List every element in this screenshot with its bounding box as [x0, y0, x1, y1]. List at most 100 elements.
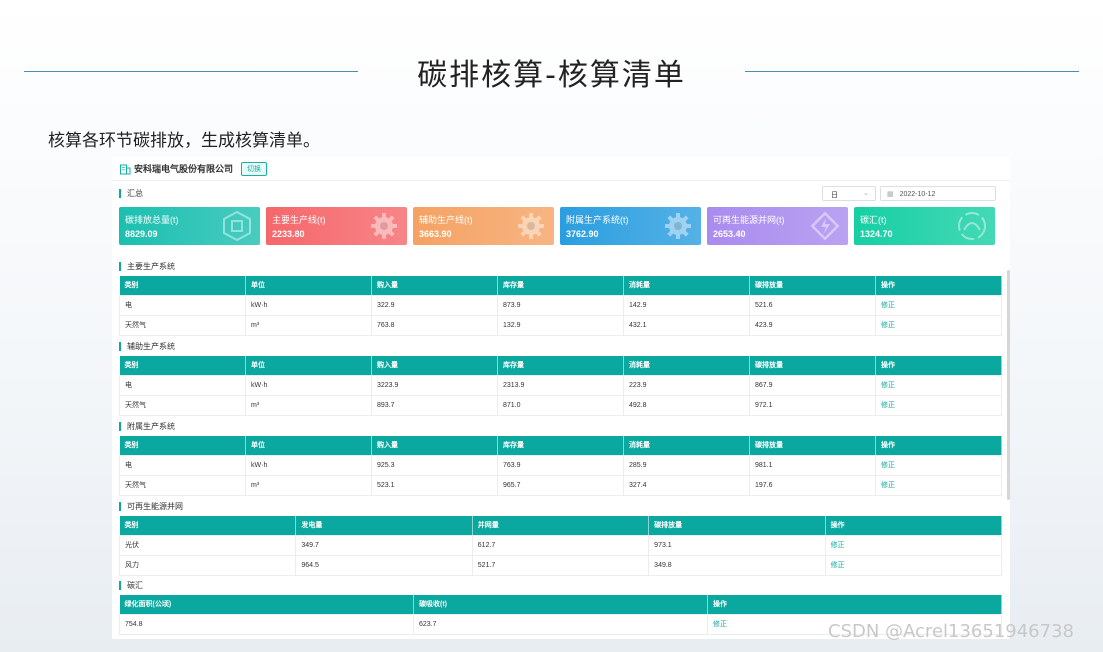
summary-card[interactable]: 辅助生产线(t) 3663.90 — [413, 207, 554, 245]
table-cell: m³ — [245, 314, 372, 336]
vertical-scrollbar[interactable] — [1007, 270, 1010, 500]
carbon-sink-icon — [958, 212, 986, 240]
company-name: 安科瑞电气股份有限公司 — [134, 164, 234, 174]
table-cell: 327.4 — [623, 474, 750, 496]
table-cell: 612.7 — [471, 534, 650, 556]
table-row: 光伏 349.7 612.7 973.1 修正 — [118, 534, 1003, 556]
correct-link[interactable]: 修正 — [875, 454, 1002, 476]
table-cell: 349.8 — [648, 554, 826, 576]
correct-link[interactable]: 修正 — [824, 534, 1003, 556]
correct-link[interactable]: 修正 — [875, 374, 1002, 396]
table-cell: kW·h — [245, 374, 372, 396]
table-cell: 349.7 — [295, 534, 473, 556]
table-cell: 光伏 — [118, 534, 297, 556]
table-cell: 873.9 — [497, 294, 624, 316]
table-header-row: 类别 单位 购入量 库存量 消耗量 碳排放量 操作 — [119, 356, 1002, 375]
column-header[interactable]: 单位 — [245, 356, 372, 375]
table-cell: 197.6 — [749, 474, 876, 496]
column-header[interactable]: 并网量 — [472, 516, 650, 535]
table-header-row: 类别 单位 购入量 库存量 消耗量 碳排放量 操作 — [119, 276, 1002, 295]
gear-icon — [518, 213, 544, 239]
summary-card[interactable]: 主要生产线(t) 2233.80 — [266, 207, 407, 245]
gear-icon — [371, 213, 397, 239]
table-row: 风力 964.5 521.7 349.8 修正 — [118, 554, 1003, 576]
summary-card[interactable]: 可再生能源并网(t) 2653.40 — [707, 207, 848, 245]
column-header[interactable]: 操作 — [875, 356, 1002, 375]
column-header[interactable]: 购入量 — [371, 276, 498, 295]
table-cell: 754.8 — [119, 613, 414, 635]
column-header[interactable]: 消耗量 — [623, 276, 750, 295]
column-header[interactable]: 消耗量 — [623, 436, 750, 455]
accounting-panel: 安科瑞电气股份有限公司 切换 汇总 日 ⌄ ▦ 2022-10-12 碳排放总量… — [112, 157, 1010, 639]
section-title: 主要生产系统 — [119, 262, 175, 271]
table-cell: 3223.9 — [371, 374, 498, 396]
table-cell: 电 — [119, 454, 246, 476]
column-header[interactable]: 操作 — [825, 516, 1003, 535]
column-header[interactable]: 发电量 — [295, 516, 473, 535]
column-header[interactable]: 消耗量 — [623, 356, 750, 375]
table-cell: 142.9 — [623, 294, 750, 316]
column-header[interactable]: 碳排放量 — [749, 436, 876, 455]
table-cell: 2313.9 — [497, 374, 624, 396]
correct-link[interactable]: 修正 — [875, 474, 1002, 496]
column-header[interactable]: 类别 — [119, 276, 246, 295]
table-cell: 285.9 — [623, 454, 750, 476]
table-cell: 965.7 — [497, 474, 624, 496]
column-header[interactable]: 操作 — [875, 436, 1002, 455]
calendar-icon: ▦ — [887, 191, 894, 198]
table-cell: 623.7 — [413, 613, 708, 635]
table-cell: 893.7 — [371, 394, 498, 416]
period-select[interactable]: 日 ⌄ — [822, 186, 876, 201]
table-cell: 981.1 — [749, 454, 876, 476]
building-icon — [120, 164, 131, 174]
column-header[interactable]: 单位 — [245, 276, 372, 295]
column-header[interactable]: 单位 — [245, 436, 372, 455]
period-select-value: 日 — [831, 192, 838, 199]
column-header[interactable]: 库存量 — [497, 276, 624, 295]
company-bar: 安科瑞电气股份有限公司 切换 — [112, 157, 1010, 181]
column-header[interactable]: 碳吸收(t) — [413, 595, 708, 614]
date-picker[interactable]: ▦ 2022-10-12 — [880, 186, 996, 201]
column-header[interactable]: 类别 — [119, 356, 246, 375]
table-row: 电 kW·h 322.9 873.9 142.9 521.6 修正 — [119, 294, 1002, 316]
summary-card[interactable]: 碳汇(t) 1324.70 — [854, 207, 995, 245]
column-header[interactable]: 碳排放量 — [749, 356, 876, 375]
table-cell: 521.6 — [749, 294, 876, 316]
correct-link[interactable]: 修正 — [824, 554, 1003, 576]
column-header[interactable]: 操作 — [875, 276, 1002, 295]
correct-link[interactable]: 修正 — [875, 314, 1002, 336]
correct-link[interactable]: 修正 — [875, 294, 1002, 316]
table-cell: 风力 — [118, 554, 297, 576]
table-cell: 871.0 — [497, 394, 624, 416]
column-header[interactable]: 类别 — [119, 436, 246, 455]
table-cell: 867.9 — [749, 374, 876, 396]
column-header[interactable]: 绿化面积(公顷) — [119, 595, 414, 614]
gear-icon — [665, 213, 691, 239]
section-title: 辅助生产系统 — [119, 342, 175, 351]
column-header[interactable]: 购入量 — [371, 356, 498, 375]
section-title: 可再生能源并网 — [119, 502, 183, 511]
column-header[interactable]: 操作 — [707, 595, 1002, 614]
table-cell: 521.7 — [471, 554, 650, 576]
column-header[interactable]: 类别 — [119, 516, 297, 535]
column-header[interactable]: 碳排放量 — [749, 276, 876, 295]
data-table: 类别 单位 购入量 库存量 消耗量 碳排放量 操作电 kW·h 3223.9 2313.9 223.… — [119, 356, 1002, 416]
table-cell: 763.8 — [371, 314, 498, 336]
correct-link[interactable]: 修正 — [875, 394, 1002, 416]
data-table: 类别 单位 购入量 库存量 消耗量 碳排放量 操作电 kW·h 322.9 873.9 142.9 5… — [119, 276, 1002, 336]
column-header[interactable]: 购入量 — [371, 436, 498, 455]
summary-card[interactable]: 碳排放总量(t) 8829.09 — [119, 207, 260, 245]
summary-card[interactable]: 附属生产系统(t) 3762.90 — [560, 207, 701, 245]
column-header[interactable]: 库存量 — [497, 436, 624, 455]
section-title: 附属生产系统 — [119, 422, 175, 431]
table-cell: 电 — [119, 294, 246, 316]
table-cell: 322.9 — [371, 294, 498, 316]
column-header[interactable]: 库存量 — [497, 356, 624, 375]
table-cell: 973.1 — [648, 534, 826, 556]
table-cell: 132.9 — [497, 314, 624, 336]
table-cell: kW·h — [245, 294, 372, 316]
column-header[interactable]: 碳排放量 — [648, 516, 826, 535]
table-cell: 天然气 — [119, 474, 246, 496]
table-cell: 432.1 — [623, 314, 750, 336]
switch-company-button[interactable]: 切换 — [241, 161, 268, 176]
